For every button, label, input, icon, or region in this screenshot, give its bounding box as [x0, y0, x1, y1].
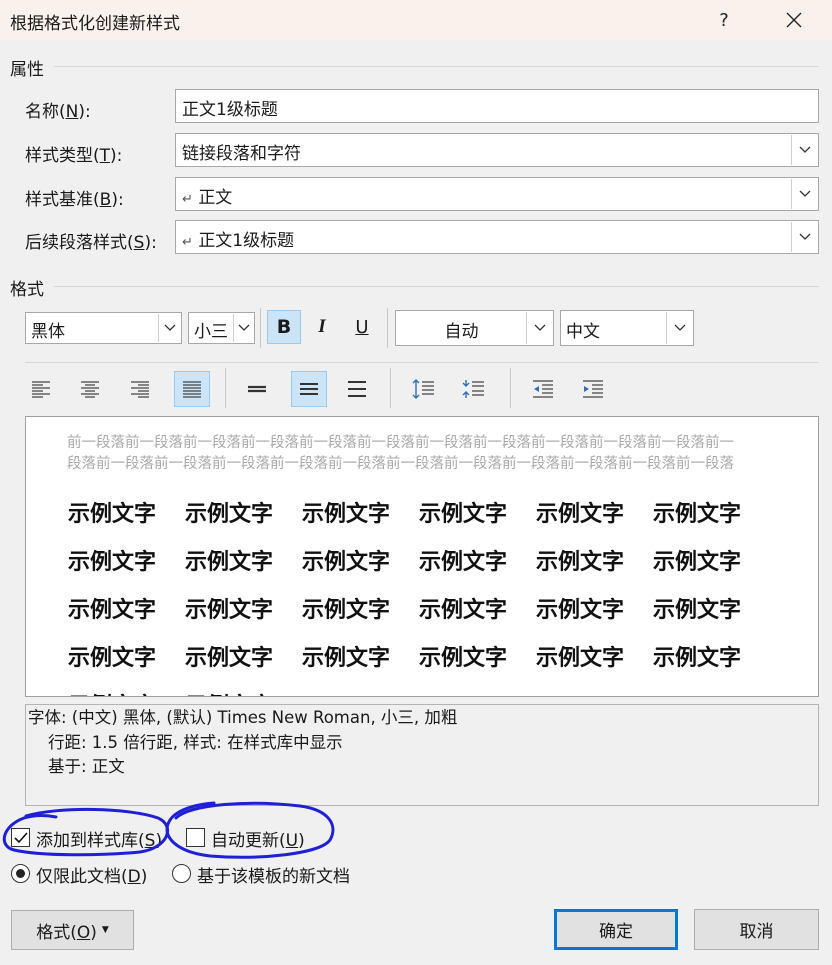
ink-circle-add-to-gallery — [2, 807, 170, 857]
ink-annotations — [2, 801, 335, 859]
ink-circle-auto-update — [165, 801, 335, 859]
